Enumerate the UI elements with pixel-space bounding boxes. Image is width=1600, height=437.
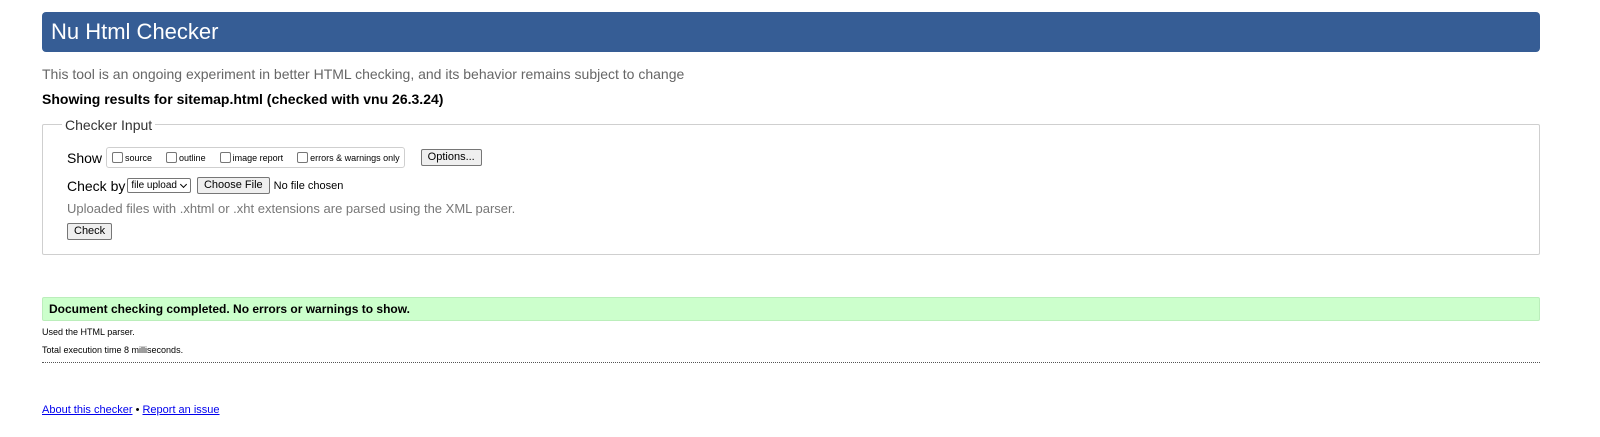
image-report-checkbox[interactable] (219, 152, 231, 163)
outline-checkbox[interactable] (166, 152, 178, 163)
image-report-option-label[interactable]: image report (233, 153, 284, 163)
tagline: This tool is an ongoing experiment in be… (42, 66, 685, 82)
show-errors-warnings-only-option[interactable]: errors & warnings only (297, 152, 400, 163)
chevron-down-icon[interactable] (179, 180, 187, 188)
check-button[interactable]: Check (67, 223, 113, 240)
show-options-group: source outline image report errors & war… (106, 147, 405, 168)
dotted-divider (42, 362, 1540, 363)
check-by-row: Check by file upload Choose File No file… (67, 177, 343, 194)
success-message: Document checking completed. No errors o… (42, 297, 1540, 321)
show-image-report-option[interactable]: image report (219, 152, 284, 163)
check-by-select[interactable]: file upload (127, 178, 191, 193)
outline-option-label[interactable]: outline (179, 153, 206, 163)
check-by-selected-value[interactable]: file upload (131, 180, 177, 191)
no-file-chosen-text: No file chosen (273, 179, 344, 192)
results-heading: Showing results for sitemap.html (checke… (42, 91, 444, 107)
app-header: Nu Html Checker (42, 12, 1540, 52)
page: Nu Html Checker This tool is an ongoing … (0, 0, 1600, 437)
footer: About this checker • Report an issue (42, 404, 220, 416)
source-checkbox[interactable] (112, 152, 124, 163)
report-issue-link[interactable]: Report an issue (142, 404, 219, 416)
source-option-label[interactable]: source (125, 153, 152, 163)
errors-warnings-only-option-label[interactable]: errors & warnings only (310, 153, 400, 163)
show-row: Show source outline image report errors … (67, 147, 482, 168)
parser-info: Used the HTML parser. (42, 327, 135, 337)
checker-input-legend: Checker Input (62, 116, 156, 134)
show-source-option[interactable]: source (112, 152, 152, 163)
show-outline-option[interactable]: outline (166, 152, 206, 163)
checker-input-fieldset: Checker Input Show source outline image … (42, 116, 1540, 255)
errors-warnings-only-checkbox[interactable] (297, 152, 309, 163)
execution-time: Total execution time 8 milliseconds. (42, 345, 184, 355)
check-by-label: Check by (67, 177, 126, 194)
app-title: Nu Html Checker (51, 19, 219, 44)
xml-parser-note: Uploaded files with .xhtml or .xht exten… (67, 201, 516, 216)
about-checker-link[interactable]: About this checker (42, 404, 133, 416)
choose-file-button[interactable]: Choose File (196, 177, 270, 194)
show-label: Show (67, 149, 103, 166)
options-button[interactable]: Options... (420, 149, 482, 166)
footer-separator: • (135, 404, 140, 416)
